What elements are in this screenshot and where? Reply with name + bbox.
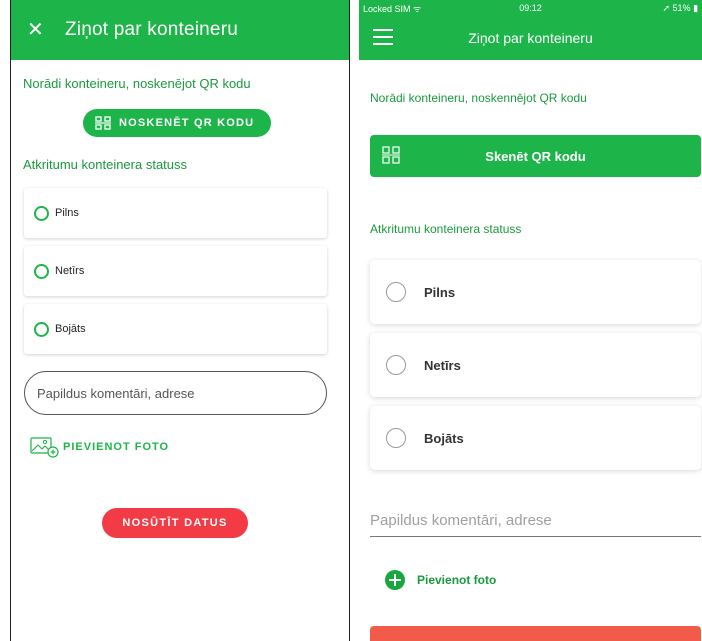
hamburger-menu-icon[interactable] <box>373 29 393 45</box>
ios-submit-button[interactable] <box>370 626 701 641</box>
android-scan-qr-label: NOSKENĒT QR KODU <box>119 117 255 129</box>
android-option-damaged[interactable]: Bojāts <box>24 304 327 354</box>
ios-option-label: Netīrs <box>424 357 461 373</box>
ios-option-damaged[interactable]: Bojāts <box>370 406 701 470</box>
android-comment-input[interactable]: Papildus komentāri, adrese <box>24 371 327 415</box>
wifi-icon: ᯤ <box>413 3 422 14</box>
ios-option-dirty[interactable]: Netīrs <box>370 333 701 397</box>
ios-page-title: Ziņot par konteineru <box>468 30 593 46</box>
android-submit-button[interactable]: NOSŪTĪT DATUS <box>102 508 248 538</box>
radio-icon[interactable] <box>34 263 49 279</box>
ios-scan-qr-label: Skenēt QR kodu <box>485 148 586 164</box>
add-photo-icon <box>30 437 59 458</box>
ios-add-photo-label: Pievienot foto <box>417 573 497 587</box>
android-option-label: Bojāts <box>55 323 86 335</box>
android-status-heading: Atkritumu konteinera statuss <box>23 157 188 172</box>
android-add-photo-button[interactable]: PIEVIENOT FOTO <box>30 436 169 458</box>
qr-code-icon <box>382 146 400 164</box>
qr-code-icon <box>95 116 111 130</box>
ios-add-photo-button[interactable]: Pievienot foto <box>385 570 496 590</box>
ios-status-bar: Locked SIM ᯤ 09:12 ➚ 51% ▮ <box>359 0 702 16</box>
location-icon: ➚ <box>662 2 671 13</box>
ios-option-label: Pilns <box>424 284 456 300</box>
radio-icon[interactable] <box>34 321 49 337</box>
comparison-canvas: ✕ Ziņot par konteineru Norādi konteineru… <box>0 0 702 641</box>
ios-option-full[interactable]: Pilns <box>370 260 701 324</box>
close-icon[interactable]: ✕ <box>27 20 51 40</box>
ios-scan-qr-button[interactable]: Skenēt QR kodu <box>370 135 701 177</box>
android-screen: ✕ Ziņot par konteineru Norādi konteineru… <box>10 0 350 641</box>
ios-status-heading: Atkritumu konteinera statuss <box>370 222 522 236</box>
ios-screen: Locked SIM ᯤ 09:12 ➚ 51% ▮ Ziņot par kon… <box>359 0 702 641</box>
ios-option-label: Bojāts <box>424 430 464 446</box>
android-app-bar: ✕ Ziņot par konteineru <box>11 0 349 60</box>
android-scan-hint: Norādi konteineru, noskenējot QR kodu <box>23 76 251 91</box>
ios-nav-bar: Ziņot par konteineru <box>359 16 702 60</box>
ios-comment-input[interactable]: Papildus komentāri, adrese <box>370 505 701 537</box>
ios-clock: 09:12 <box>519 3 542 13</box>
radio-icon[interactable] <box>386 282 406 302</box>
add-circle-icon <box>385 570 405 590</box>
ios-carrier: Locked SIM ᯤ <box>363 3 422 14</box>
android-option-label: Netīrs <box>55 265 85 277</box>
android-option-dirty[interactable]: Netīrs <box>24 246 327 296</box>
radio-icon[interactable] <box>386 355 406 375</box>
android-scan-qr-button[interactable]: NOSKENĒT QR KODU <box>83 109 271 137</box>
radio-icon[interactable] <box>386 428 406 448</box>
ios-scan-hint: Norādi konteineru, noskennējot QR kodu <box>370 91 587 105</box>
radio-icon[interactable] <box>34 205 49 221</box>
android-option-label: Pilns <box>55 207 79 219</box>
android-page-title: Ziņot par konteineru <box>65 19 238 40</box>
android-add-photo-label: PIEVIENOT FOTO <box>63 441 170 453</box>
battery-icon: ▮ <box>693 2 699 13</box>
android-option-full[interactable]: Pilns <box>24 188 327 238</box>
ios-battery: ➚ 51% ▮ <box>662 2 699 13</box>
